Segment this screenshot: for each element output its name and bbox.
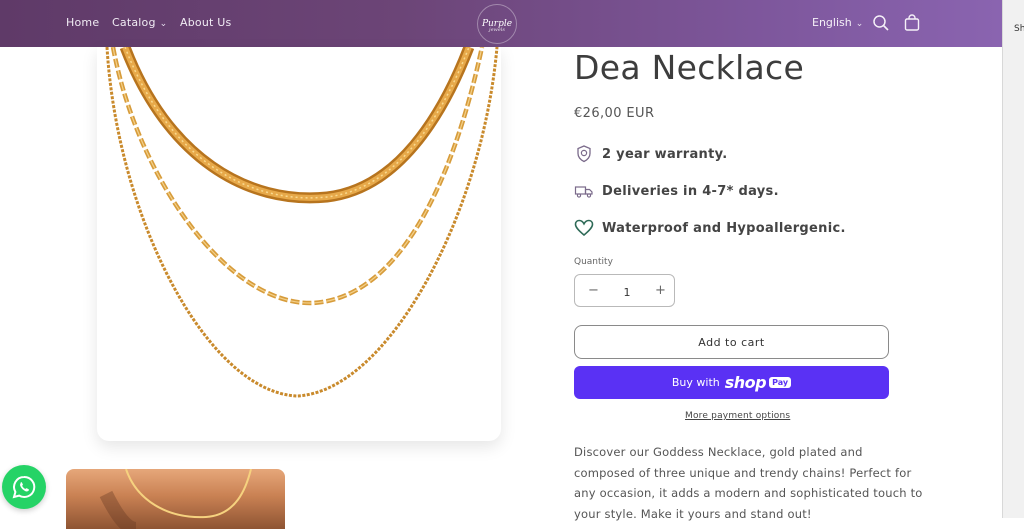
more-payment-options-link[interactable]: More payment options [685,411,790,421]
cart-icon[interactable] [902,13,922,33]
nav-about-us[interactable]: About Us [180,16,231,29]
quantity-stepper: − + [574,274,675,307]
necklace-image [105,47,499,398]
shop-pay-brand: shop [724,373,767,392]
delivery-truck-icon [574,186,593,198]
product-price: €26,00 EUR [574,106,655,121]
site-header: Home Catalog ⌄ About Us Purple jewels Eng… [0,0,1002,47]
logo-subtext: jewels [489,27,505,33]
nav-home[interactable]: Home [66,16,99,29]
chevron-down-icon: ⌄ [855,19,864,29]
language-selector[interactable]: English ⌄ [812,16,863,29]
whatsapp-chat-button[interactable] [2,465,46,509]
thumbnail-image [99,469,252,529]
quantity-increase-button[interactable]: + [655,283,666,298]
quantity-decrease-button[interactable]: − [588,283,599,298]
heart-icon [574,219,594,237]
feature-warranty-text: 2 year warranty. [602,146,728,162]
product-main-image[interactable] [97,47,501,441]
search-icon[interactable] [871,13,891,33]
side-panel-label: Sh [1014,24,1024,34]
product-title: Dea Necklace [574,48,805,87]
language-label: English [812,16,852,29]
quantity-label: Quantity [574,257,613,267]
feature-warranty: 2 year warranty. [574,143,727,165]
whatsapp-icon [12,475,36,499]
add-to-cart-button[interactable]: Add to cart [574,325,889,359]
shop-pay-button[interactable]: Buy with shop Pay [574,366,889,399]
brand-logo[interactable]: Purple jewels [477,4,517,44]
feature-delivery-text: Deliveries in 4-7* days. [602,183,779,199]
feature-waterproof: Waterproof and Hypoallergenic. [574,217,846,239]
feature-waterproof-text: Waterproof and Hypoallergenic. [602,220,846,236]
quantity-input[interactable] [609,281,645,303]
nav-catalog-label: Catalog [112,16,156,29]
chevron-down-icon: ⌄ [159,19,168,29]
warranty-badge-icon [577,145,591,163]
feature-delivery: Deliveries in 4-7* days. [574,180,779,202]
product-thumbnail[interactable] [66,469,285,529]
shop-pay-badge: Pay [769,377,792,388]
side-panel-strip [1002,0,1024,518]
product-description: Discover our Goddess Necklace, gold plat… [574,445,923,521]
nav-catalog[interactable]: Catalog ⌄ [112,16,167,29]
shop-pay-buy-with: Buy with [671,376,720,389]
